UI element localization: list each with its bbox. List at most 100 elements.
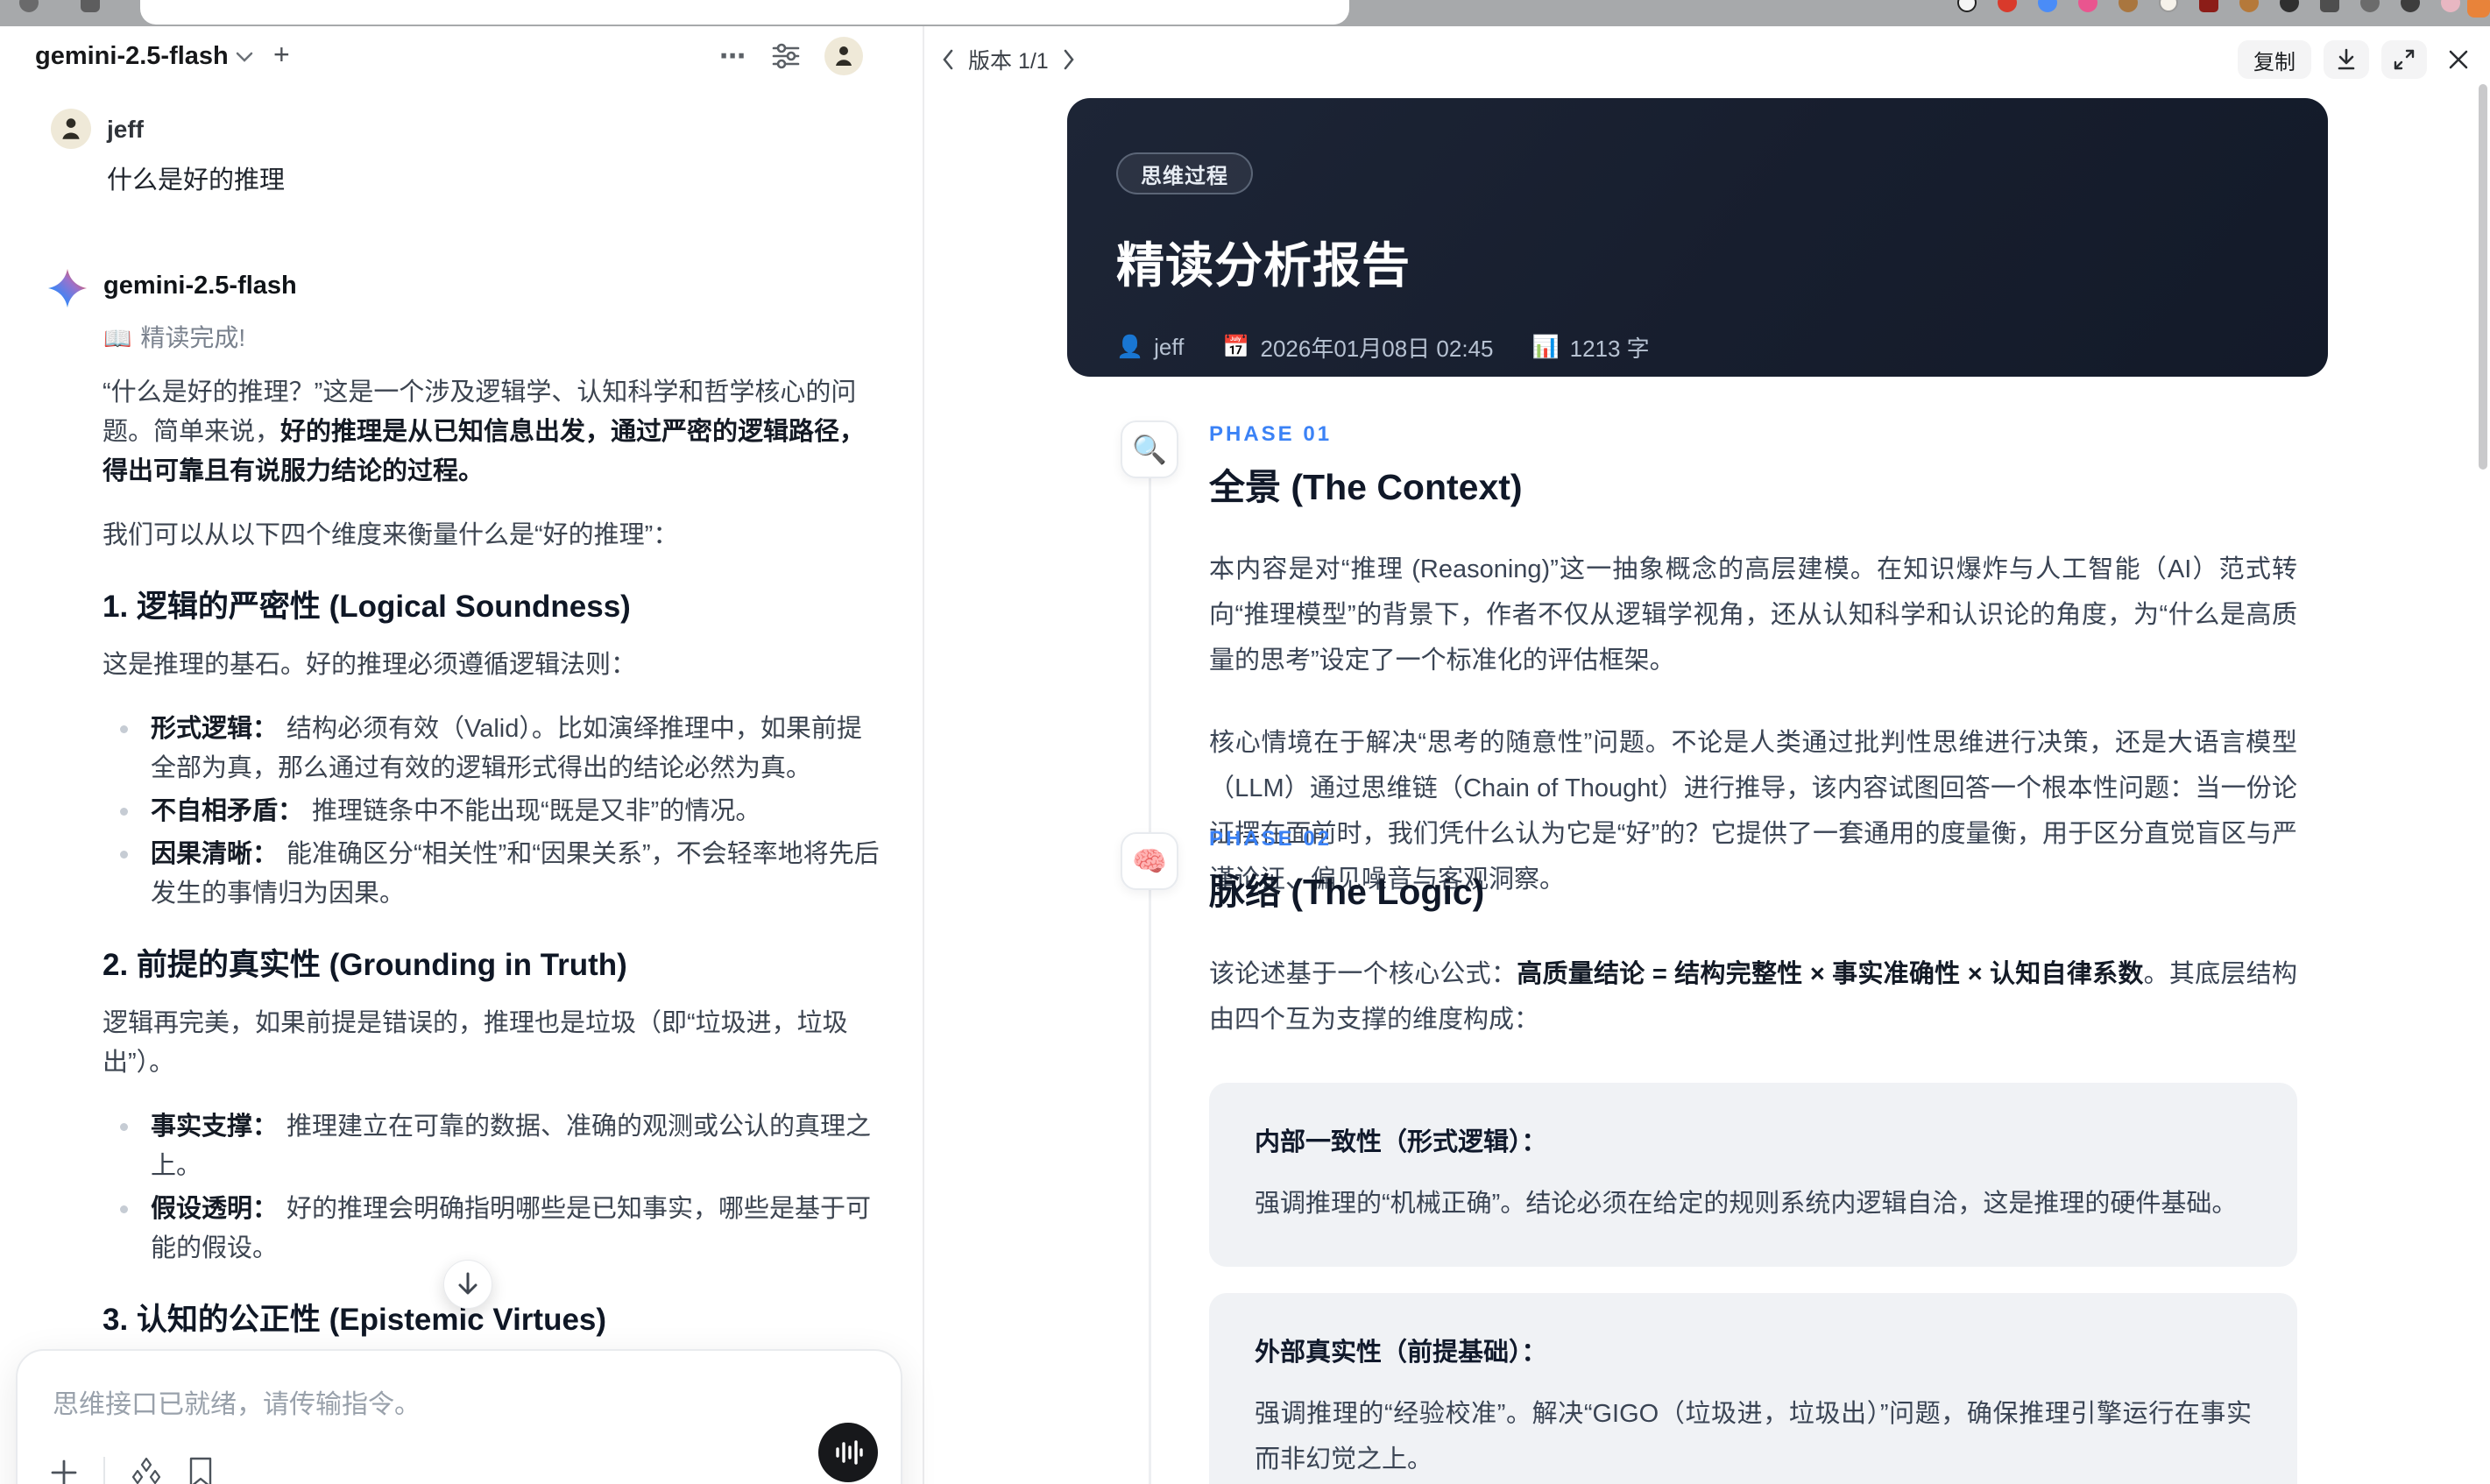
card-title: 内部一致性（形式逻辑）： bbox=[1255, 1128, 1547, 1156]
scroll-to-bottom-button[interactable] bbox=[443, 1260, 492, 1309]
bookmark-icon[interactable] bbox=[187, 1456, 214, 1484]
browser-corner-icon[interactable] bbox=[2467, 0, 2490, 18]
chevron-right-icon[interactable] bbox=[1061, 48, 1077, 71]
report-title: 精读分析报告 bbox=[1116, 238, 1411, 293]
attach-plus-icon[interactable] bbox=[49, 1458, 79, 1484]
download-button[interactable] bbox=[2324, 40, 2369, 79]
paragraph: “什么是好的推理？”这是一个涉及逻辑学、认知科学和哲学核心的问题。简单来说，好的… bbox=[103, 378, 866, 485]
browser-extension-icon[interactable] bbox=[2360, 0, 2380, 12]
browser-profile-avatar[interactable] bbox=[2441, 0, 2460, 12]
phase-title: 脉络 (The Logic) bbox=[1209, 872, 1485, 912]
new-chat-button[interactable]: + bbox=[273, 39, 290, 71]
report-author: 👤 jeff bbox=[1116, 334, 1185, 360]
phase-paragraph: 该论述基于一个核心公式：高质量结论 = 结构完整性 × 事实准确性 × 认知自律… bbox=[1209, 960, 2297, 1034]
magnifier-icon: 🔍 bbox=[1121, 420, 1178, 478]
browser-extension-icon[interactable] bbox=[2320, 0, 2339, 12]
section-heading: 2. 前提的真实性 (Grounding in Truth) bbox=[103, 948, 627, 982]
logic-card: 内部一致性（形式逻辑）： 强调推理的“机械正确”。结论必须在给定的规则系统内逻辑… bbox=[1209, 1083, 2297, 1267]
section-lead: 逻辑再完美，如果前提是错误的，推理也是垃圾（即“垃圾进，垃圾出”）。 bbox=[103, 1009, 848, 1077]
close-button[interactable] bbox=[2439, 40, 2478, 79]
browser-reload-icon[interactable] bbox=[19, 0, 39, 12]
browser-url-bar[interactable] bbox=[140, 0, 1349, 25]
logic-card: 外部真实性（前提基础）： 强调推理的“经验校准”。解决“GIGO（垃圾进，垃圾出… bbox=[1209, 1293, 2297, 1484]
user-avatar bbox=[51, 109, 91, 149]
calendar-icon: 📅 bbox=[1222, 335, 1250, 359]
list-item: 不自相矛盾： 推理链条中不能出现“既是又非”的情况。 bbox=[103, 792, 885, 831]
card-text: 强调推理的“机械正确”。结论必须在给定的规则系统内逻辑自洽，这是推理的硬件基础。 bbox=[1255, 1190, 2238, 1218]
version-navigator: 版本 1/1 bbox=[940, 44, 1077, 75]
chevron-left-icon[interactable] bbox=[940, 48, 956, 71]
chat-input-container: 思维接口已就绪，请传输指令。 bbox=[16, 1349, 902, 1484]
waveform-icon bbox=[836, 1440, 863, 1465]
expand-button[interactable] bbox=[2381, 40, 2427, 79]
chat-input[interactable]: 思维接口已就绪，请传输指令。 bbox=[53, 1382, 421, 1421]
card-title: 外部真实性（前提基础）： bbox=[1255, 1339, 1547, 1367]
bar-chart-icon: 📊 bbox=[1531, 335, 1560, 359]
scrollbar-thumb[interactable] bbox=[2479, 84, 2487, 470]
copy-button[interactable]: 复制 bbox=[2238, 40, 2311, 79]
assistant-message-body: “什么是好的推理？”这是一个涉及逻辑学、认知科学和哲学核心的问题。简单来说，好的… bbox=[103, 373, 885, 1484]
bullet-icon bbox=[120, 808, 128, 816]
user-name: jeff bbox=[107, 116, 144, 143]
list-item: 事实支撑： 推理建立在可靠的数据、准确的观测或公认的真理之上。 bbox=[103, 1107, 885, 1186]
report-date: 📅 2026年01月08日 02:45 bbox=[1222, 335, 1494, 362]
list-item: 假设透明： 好的推理会明确指明哪些是已知事实，哪些是基于可能的假设。 bbox=[103, 1190, 885, 1268]
report-meta: 👤 jeff 📅 2026年01月08日 02:45 📊 1213 字 bbox=[1116, 331, 2279, 364]
browser-extension-icon[interactable] bbox=[2239, 0, 2259, 12]
paragraph: 我们可以从以下四个维度来衡量什么是“好的推理”： bbox=[103, 521, 679, 549]
book-icon: 📖 bbox=[103, 325, 132, 351]
logic-cards: 内部一致性（形式逻辑）： 强调推理的“机械正确”。结论必须在给定的规则系统内逻辑… bbox=[1209, 1083, 2297, 1484]
phase-label: PHASE 02 bbox=[1209, 827, 1333, 851]
section-heading: 1. 逻辑的严密性 (Logical Soundness) bbox=[103, 590, 631, 624]
user-avatar[interactable] bbox=[824, 37, 863, 75]
browser-toolbar bbox=[0, 0, 2490, 26]
arrow-down-icon bbox=[458, 1272, 477, 1295]
bullet-icon bbox=[120, 851, 128, 859]
chat-header: gemini-2.5-flash + ⋯ bbox=[0, 26, 923, 88]
browser-tabs-icon[interactable] bbox=[81, 0, 100, 12]
more-options-icon[interactable]: ⋯ bbox=[719, 41, 747, 72]
browser-extension-icon[interactable] bbox=[1957, 0, 1977, 12]
voice-input-button[interactable] bbox=[818, 1423, 878, 1482]
phase-label: PHASE 01 bbox=[1209, 422, 1333, 446]
card-text: 强调推理的“经验校准”。解决“GIGO（垃圾进，垃圾出）”问题，确保推理引擎运行… bbox=[1255, 1400, 2252, 1473]
browser-extension-icon[interactable] bbox=[2280, 0, 2299, 12]
browser-extension-icon[interactable] bbox=[2401, 0, 2420, 12]
phase-paragraph: 本内容是对“推理 (Reasoning)”这一抽象概念的高层建模。在知识爆炸与人… bbox=[1209, 555, 2297, 675]
browser-extensions-row bbox=[1957, 0, 2460, 12]
close-icon bbox=[2449, 50, 2468, 69]
phase-2-section: PHASE 02 脉络 (The Logic) 该论述基于一个核心公式：高质量结… bbox=[1209, 827, 2297, 1484]
report-badge: 思维过程 bbox=[1116, 152, 1253, 194]
chat-pane: gemini-2.5-flash + ⋯ jeff 什么是好的推理 gemini… bbox=[0, 26, 923, 1484]
browser-extension-icon[interactable] bbox=[1998, 0, 2017, 12]
section-heading: 3. 认知的公正性 (Epistemic Virtues) bbox=[103, 1303, 607, 1337]
browser-extension-icon[interactable] bbox=[2038, 0, 2057, 12]
download-icon bbox=[2338, 48, 2355, 70]
report-wordcount: 📊 1213 字 bbox=[1531, 335, 1650, 362]
model-selector[interactable]: gemini-2.5-flash bbox=[35, 42, 229, 71]
sparkle-skills-icon[interactable] bbox=[130, 1456, 163, 1484]
preview-actions: 复制 bbox=[2238, 40, 2478, 79]
app-window: gemini-2.5-flash + ⋯ jeff 什么是好的推理 gemini… bbox=[0, 26, 2490, 1484]
bullet-icon bbox=[120, 1205, 128, 1213]
gemini-logo-icon bbox=[47, 268, 88, 308]
toolbar-divider bbox=[103, 1457, 105, 1484]
version-label: 版本 1/1 bbox=[968, 49, 1049, 74]
preview-pane: 版本 1/1 复制 思维过程 精读分析报告 👤 jeff 📅 2026年01月0… bbox=[924, 26, 2490, 1484]
chevron-down-icon[interactable] bbox=[235, 51, 254, 63]
brain-icon: 🧠 bbox=[1121, 832, 1178, 890]
browser-extension-icon[interactable] bbox=[2119, 0, 2138, 12]
input-toolbar bbox=[49, 1456, 214, 1484]
assistant-name: gemini-2.5-flash bbox=[103, 272, 297, 300]
phase-title: 全景 (The Context) bbox=[1209, 467, 1523, 507]
expand-icon bbox=[2394, 49, 2415, 70]
browser-extension-icon[interactable] bbox=[2199, 0, 2218, 12]
section-lead: 这是推理的基石。好的推理必须遵循逻辑法则： bbox=[103, 651, 637, 679]
list-item: 因果清晰： 能准确区分“相关性”和“因果关系”，不会轻率地将先后发生的事情归为因果… bbox=[103, 835, 885, 914]
bullet-icon bbox=[120, 725, 128, 733]
browser-extension-icon[interactable] bbox=[2078, 0, 2097, 12]
user-message-text: 什么是好的推理 bbox=[107, 166, 286, 194]
browser-extension-icon[interactable] bbox=[2159, 0, 2178, 12]
tune-settings-icon[interactable] bbox=[770, 40, 802, 72]
user-icon: 👤 bbox=[1116, 335, 1144, 359]
